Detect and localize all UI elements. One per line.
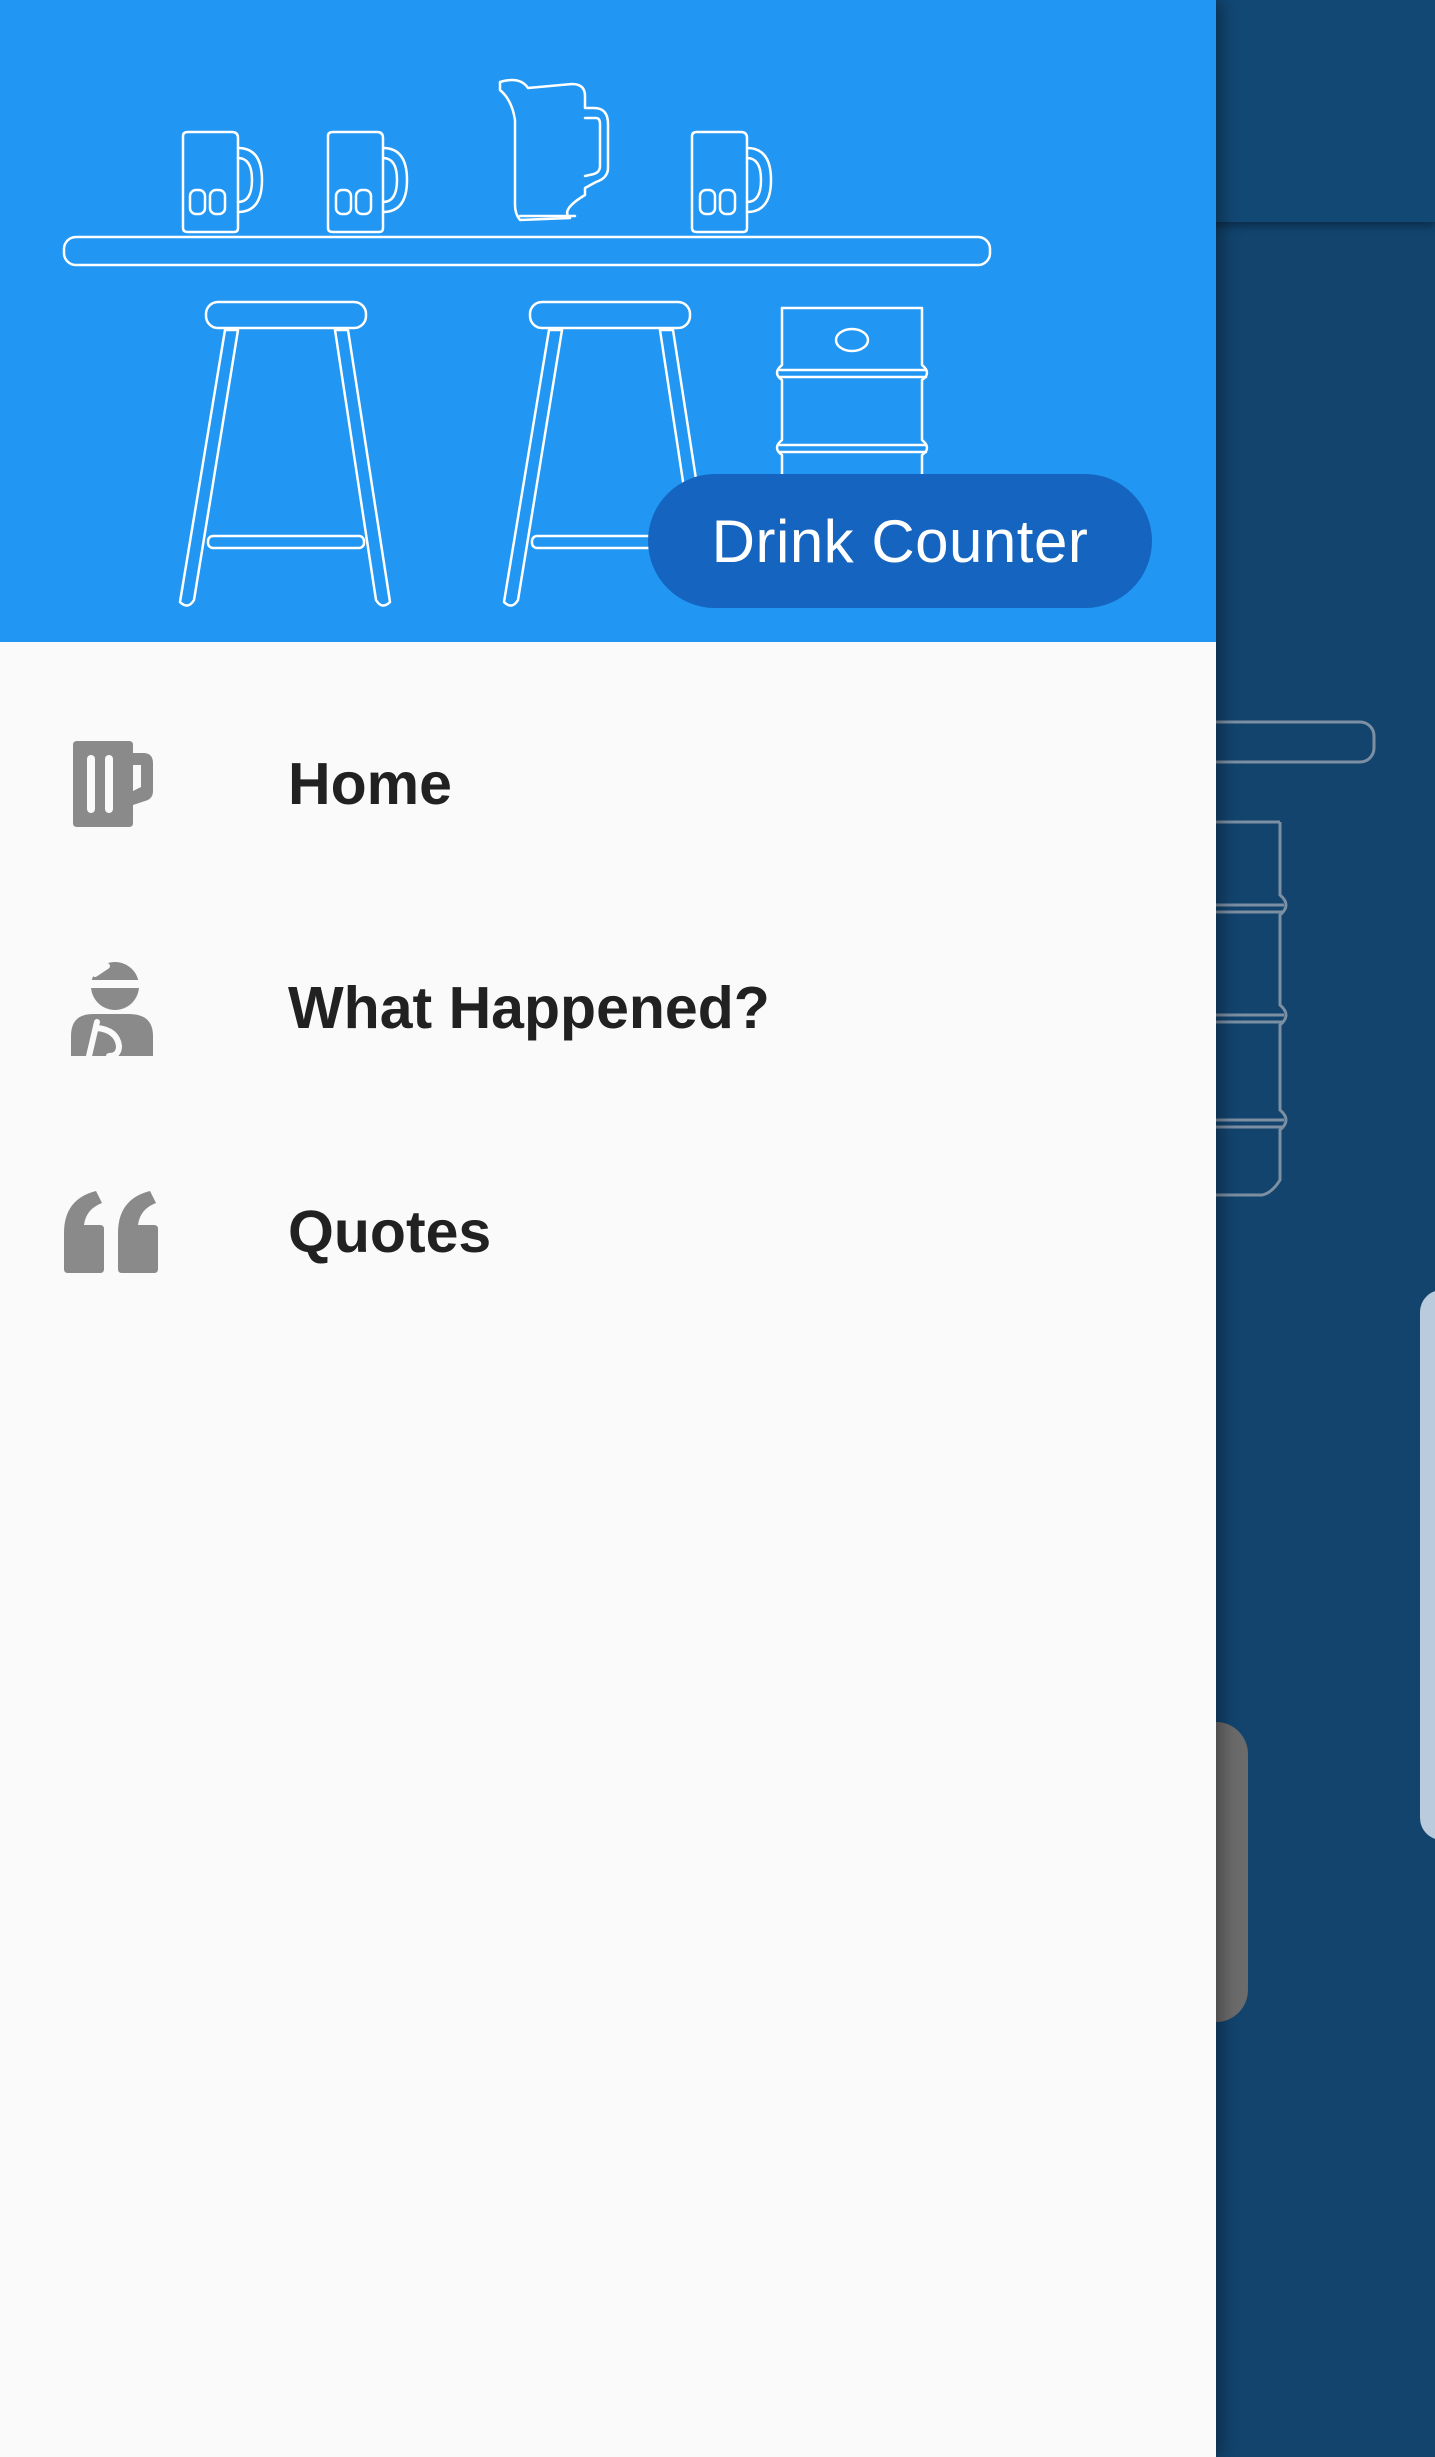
drawer-header: Drink Counter [0, 0, 1216, 642]
drawer-menu: Home What Happened? Quotes [0, 672, 1216, 1344]
quote-icon [60, 1180, 164, 1284]
drawer-item-what-happened[interactable]: What Happened? [0, 896, 1216, 1120]
mug-illustration [181, 130, 264, 234]
injured-person-icon [60, 956, 164, 1060]
navigation-drawer: Drink Counter Home What Happened? Quotes [0, 0, 1216, 2457]
app-title: Drink Counter [711, 507, 1089, 575]
app-title-chip: Drink Counter [648, 474, 1152, 608]
drawer-item-quotes[interactable]: Quotes [0, 1120, 1216, 1344]
drawer-item-label: What Happened? [288, 975, 770, 1041]
drawer-item-label: Quotes [288, 1199, 492, 1265]
drawer-item-home[interactable]: Home [0, 672, 1216, 896]
drawer-item-label: Home [288, 751, 452, 817]
background-card [1420, 1290, 1435, 1840]
beer-mug-icon [60, 732, 164, 836]
